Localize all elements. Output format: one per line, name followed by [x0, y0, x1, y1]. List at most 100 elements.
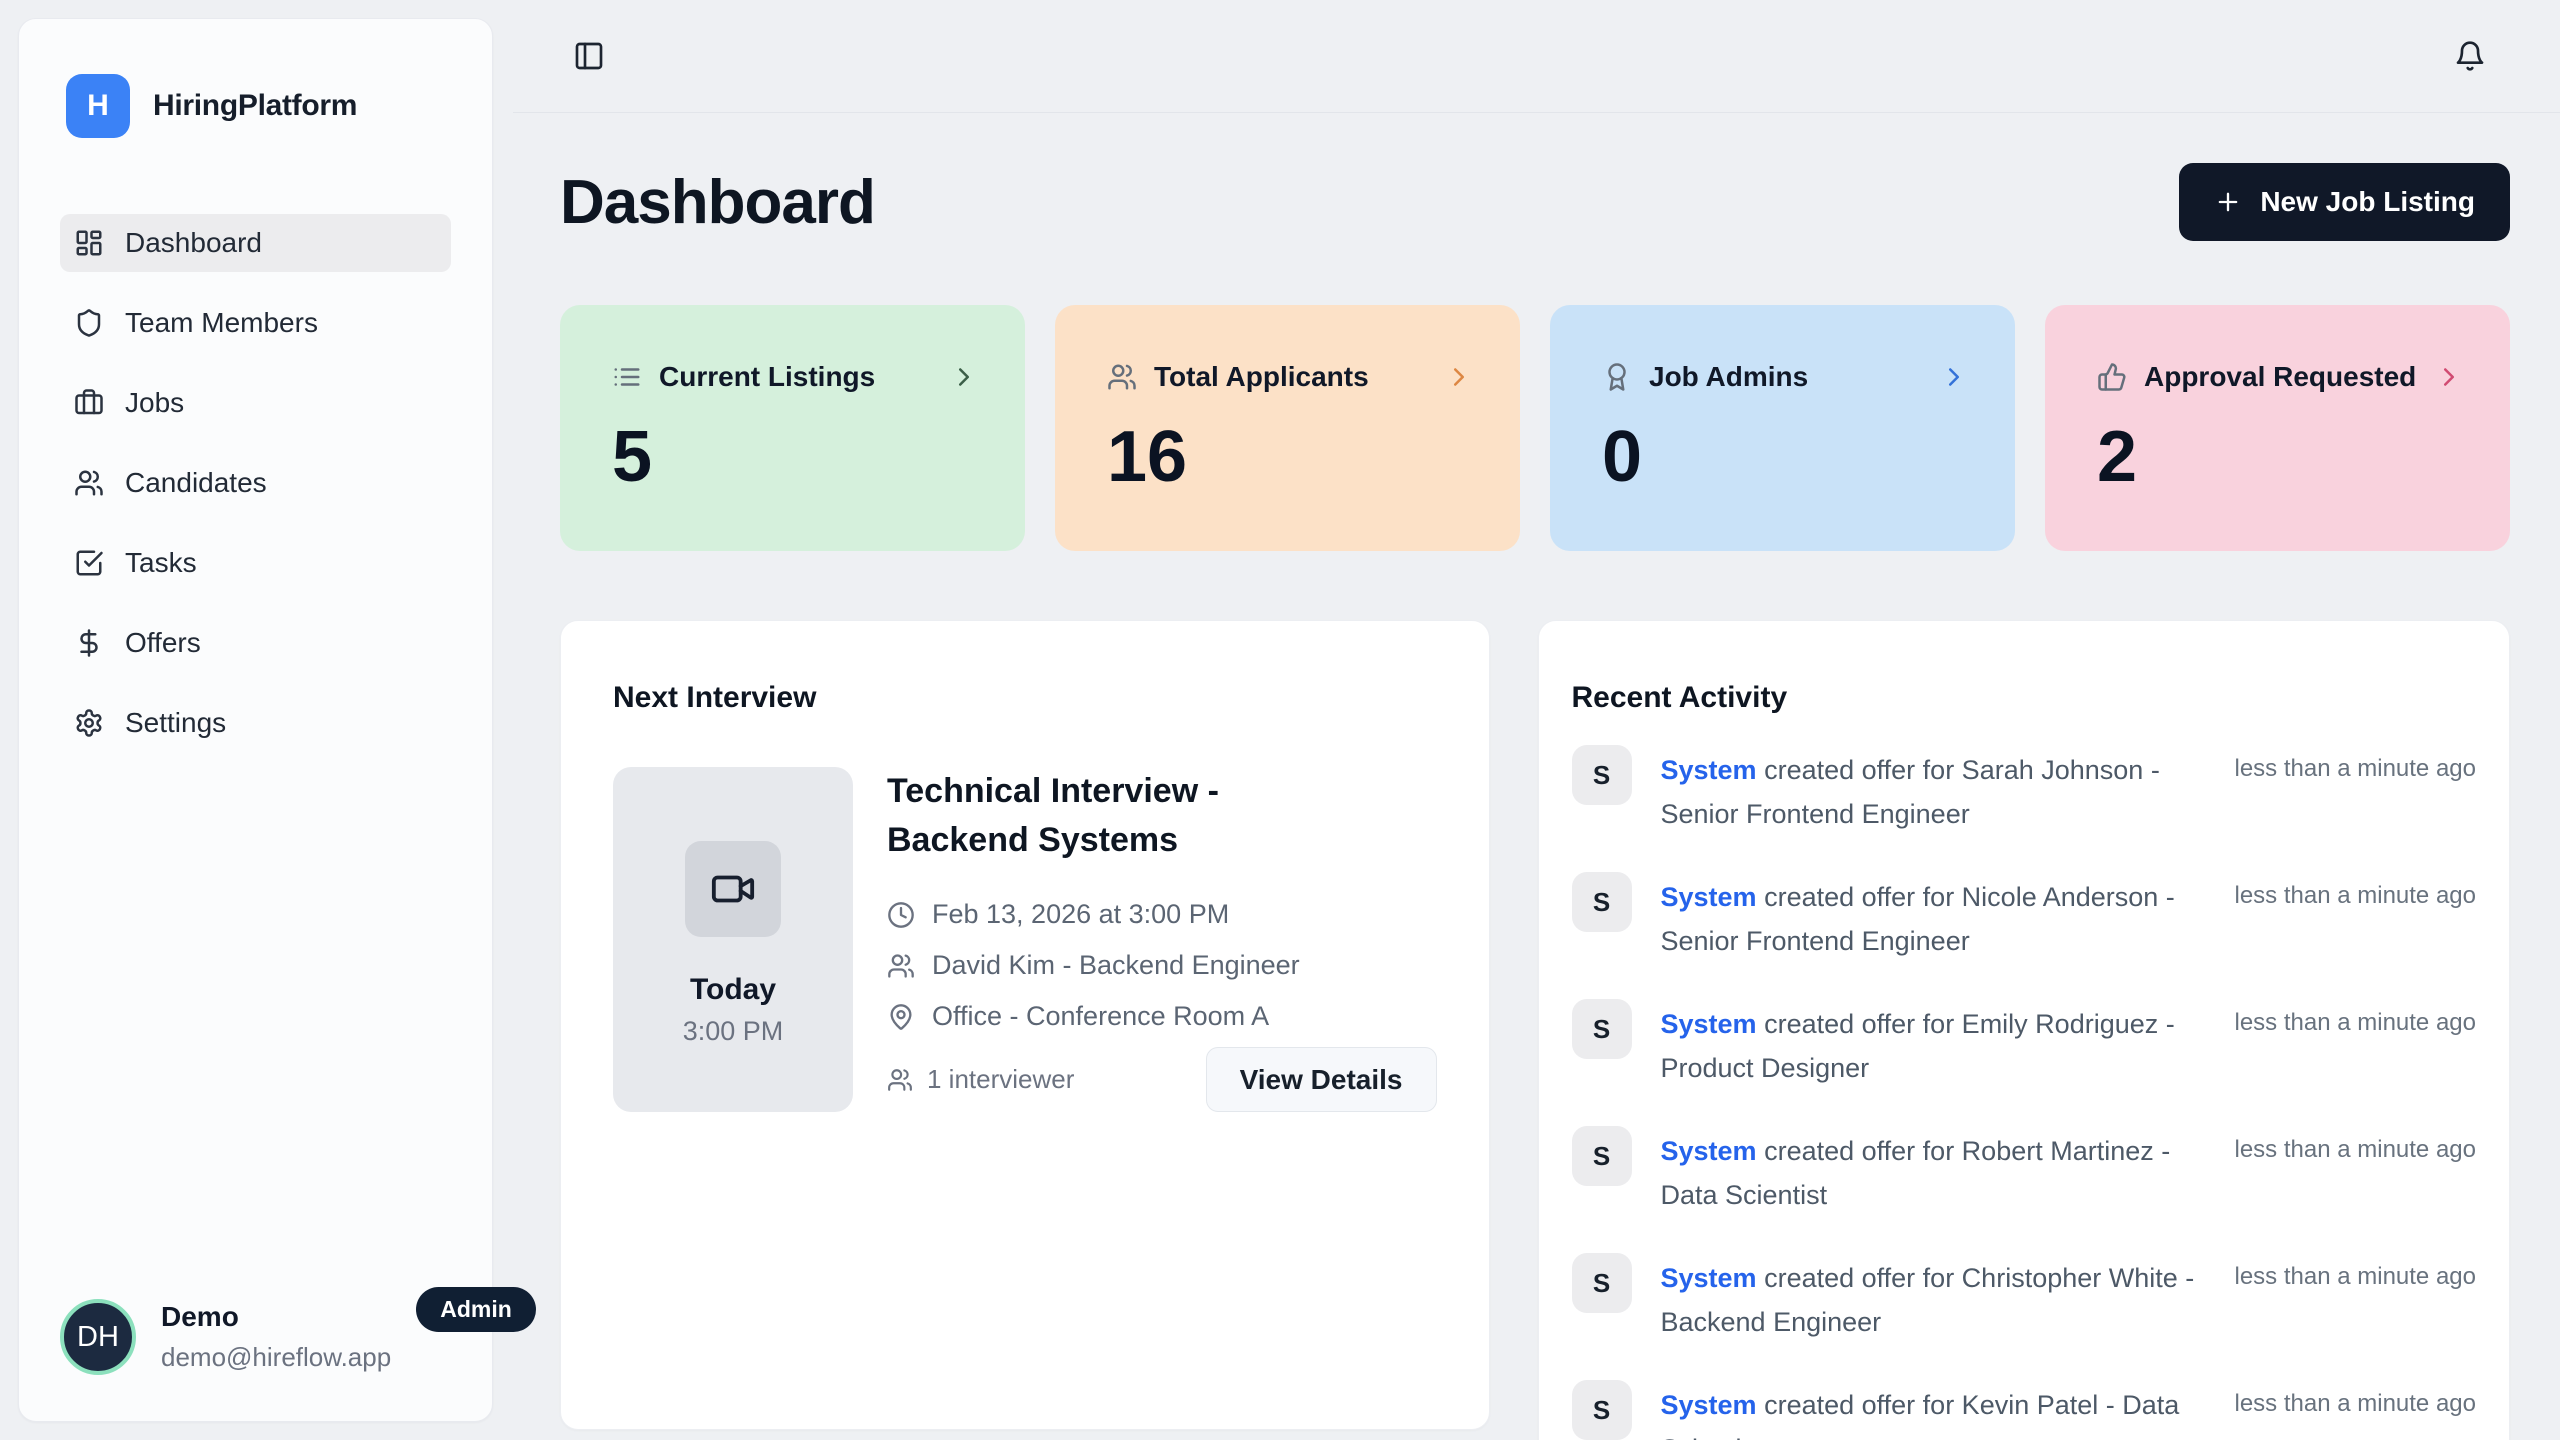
activity-timestamp: less than a minute ago [2235, 872, 2477, 910]
activity-list: S System created offer for Sarah Johnson… [1572, 745, 2477, 1440]
activity-actor-link[interactable]: System [1661, 755, 1757, 785]
activity-avatar: S [1572, 745, 1632, 805]
stat-card-approval-requested[interactable]: Approval Requested 2 [2045, 305, 2510, 551]
interviewer-count: 1 interviewer [887, 1064, 1074, 1095]
bell-icon[interactable] [2454, 40, 2486, 72]
activity-avatar: S [1572, 999, 1632, 1059]
interview-detail-row: David Kim - Backend Engineer [887, 950, 1437, 981]
users-icon [887, 952, 915, 980]
activity-item: S System created offer for Emily Rodrigu… [1572, 999, 2477, 1090]
activity-item: S System created offer for Kevin Patel -… [1572, 1380, 2477, 1440]
stat-value: 2 [2097, 421, 2464, 493]
sidebar-nav: Dashboard Team Members Jobs Candidates T… [19, 214, 492, 752]
stat-label: Approval Requested [2144, 361, 2416, 393]
sidebar-item-label: Candidates [125, 467, 267, 499]
sidebar-item-label: Dashboard [125, 227, 262, 259]
dollar-sign-icon [74, 628, 104, 658]
activity-item: S System created offer for Nicole Anders… [1572, 872, 2477, 963]
stat-value: 0 [1602, 421, 1969, 493]
activity-timestamp: less than a minute ago [2235, 745, 2477, 783]
activity-avatar: S [1572, 872, 1632, 932]
sidebar-item-tasks[interactable]: Tasks [60, 534, 451, 592]
user-email: demo@hireflow.app [161, 1342, 391, 1373]
app-title: HiringPlatform [153, 89, 357, 123]
square-check-icon [74, 548, 104, 578]
page-title: Dashboard [560, 167, 875, 238]
chevron-right-icon [1939, 362, 1969, 392]
avatar: DH [60, 1299, 136, 1375]
activity-actor-link[interactable]: System [1661, 1136, 1757, 1166]
app-logo-mark: H [66, 74, 130, 138]
interview-date-tile: Today 3:00 PM [613, 767, 853, 1112]
users-icon [887, 1067, 913, 1093]
clock-icon [887, 901, 915, 929]
activity-timestamp: less than a minute ago [2235, 999, 2477, 1037]
award-icon [1602, 362, 1632, 392]
activity-avatar: S [1572, 1126, 1632, 1186]
panel-left-icon[interactable] [573, 40, 605, 72]
stat-card-total-applicants[interactable]: Total Applicants 16 [1055, 305, 1520, 551]
interview-day: Today [690, 973, 776, 1007]
sidebar-item-label: Offers [125, 627, 201, 659]
activity-timestamp: less than a minute ago [2235, 1380, 2477, 1418]
stat-value: 16 [1107, 421, 1474, 493]
map-pin-icon [887, 1003, 915, 1031]
chevron-right-icon [1444, 362, 1474, 392]
activity-timestamp: less than a minute ago [2235, 1126, 2477, 1164]
sidebar-item-label: Team Members [125, 307, 318, 339]
interview-time: 3:00 PM [683, 1016, 784, 1047]
stat-label: Job Admins [1649, 361, 1808, 393]
sidebar-item-candidates[interactable]: Candidates [60, 454, 451, 512]
sidebar-item-label: Settings [125, 707, 226, 739]
activity-item: S System created offer for Sarah Johnson… [1572, 745, 2477, 836]
activity-actor-link[interactable]: System [1661, 882, 1757, 912]
interview-detail-rows: Feb 13, 2026 at 3:00 PM David Kim - Back… [887, 899, 1437, 1032]
activity-timestamp: less than a minute ago [2235, 1253, 2477, 1291]
activity-actor-link[interactable]: System [1661, 1263, 1757, 1293]
stat-card-current-listings[interactable]: Current Listings 5 [560, 305, 1025, 551]
sidebar-item-label: Jobs [125, 387, 184, 419]
sidebar-item-jobs[interactable]: Jobs [60, 374, 451, 432]
user-name: Demo [161, 1301, 391, 1333]
activity-item: S System created offer for Christopher W… [1572, 1253, 2477, 1344]
list-icon [612, 362, 642, 392]
activity-actor-link[interactable]: System [1661, 1009, 1757, 1039]
main-content: Dashboard New Job Listing Current Listin… [513, 113, 2560, 1440]
topbar [513, 0, 2560, 113]
stat-card-job-admins[interactable]: Job Admins 0 [1550, 305, 2015, 551]
chevron-right-icon [949, 362, 979, 392]
activity-item: S System created offer for Robert Martin… [1572, 1126, 2477, 1217]
next-interview-title: Next Interview [613, 681, 1437, 715]
briefcase-icon [74, 388, 104, 418]
users-icon [74, 468, 104, 498]
thumbs-up-icon [2097, 362, 2127, 392]
user-profile[interactable]: DH Demo demo@hireflow.app Admin [60, 1299, 451, 1375]
sidebar: H HiringPlatform Dashboard Team Members … [18, 18, 493, 1422]
admin-badge: Admin [416, 1287, 536, 1332]
sidebar-item-offers[interactable]: Offers [60, 614, 451, 672]
interview-job-title: Technical Interview - Backend Systems [887, 767, 1367, 865]
stat-label: Current Listings [659, 361, 875, 393]
new-job-listing-button[interactable]: New Job Listing [2179, 163, 2510, 241]
plus-icon [2214, 188, 2242, 216]
view-details-button[interactable]: View Details [1206, 1047, 1437, 1112]
sidebar-item-dashboard[interactable]: Dashboard [60, 214, 451, 272]
page-header: Dashboard New Job Listing [560, 163, 2510, 241]
sidebar-item-team-members[interactable]: Team Members [60, 294, 451, 352]
hiring-platform-dashboard: { "app": { "name": "HiringPlatform", "lo… [0, 0, 2560, 1440]
shield-icon [74, 308, 104, 338]
dashboard-panels: Next Interview Today 3:00 PM Technical I… [560, 620, 2510, 1440]
sidebar-item-label: Tasks [125, 547, 197, 579]
sidebar-item-settings[interactable]: Settings [60, 694, 451, 752]
next-interview-card: Next Interview Today 3:00 PM Technical I… [560, 620, 1490, 1430]
settings-icon [74, 708, 104, 738]
activity-actor-link[interactable]: System [1661, 1390, 1757, 1420]
activity-avatar: S [1572, 1253, 1632, 1313]
recent-activity-title: Recent Activity [1572, 681, 2477, 715]
app-logo: H HiringPlatform [19, 19, 492, 138]
video-icon [710, 866, 756, 912]
users-icon [1107, 362, 1137, 392]
chevron-right-icon [2434, 362, 2464, 392]
stat-label: Total Applicants [1154, 361, 1369, 393]
interview-detail-row: Feb 13, 2026 at 3:00 PM [887, 899, 1437, 930]
